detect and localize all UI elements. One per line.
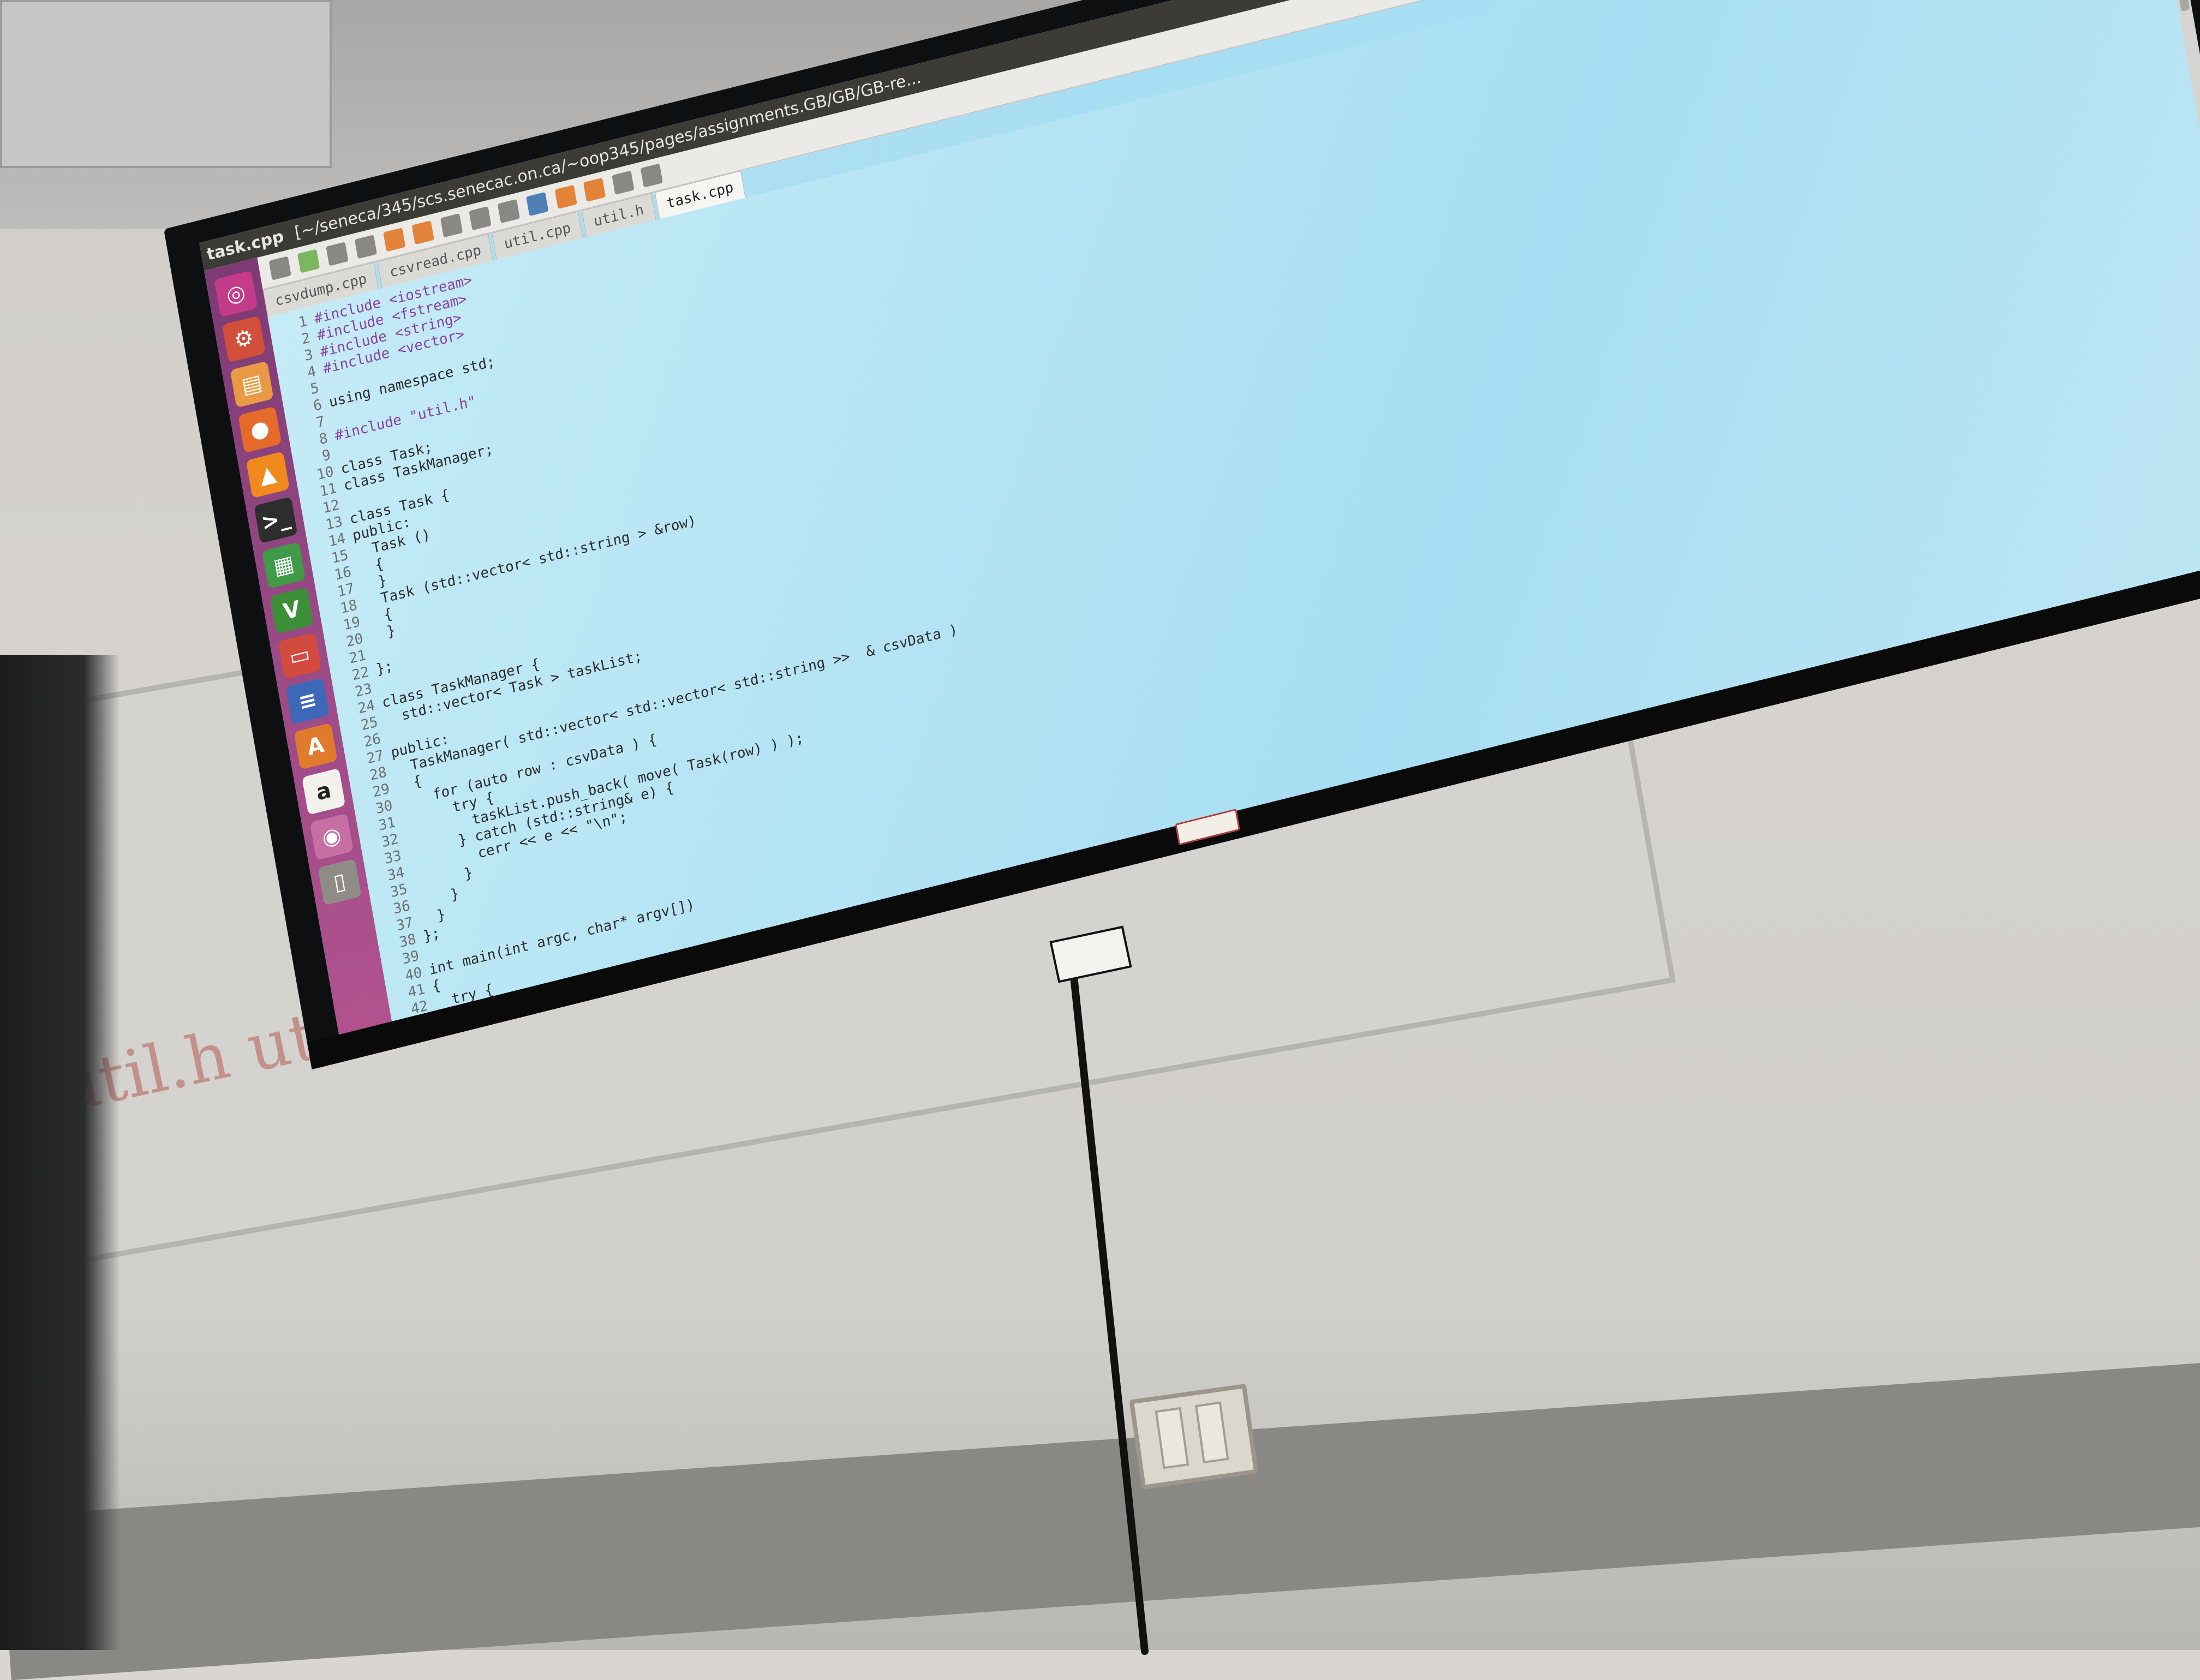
wall-outlet: [1129, 1383, 1259, 1490]
image-viewer-icon[interactable]: ◉: [309, 813, 354, 860]
firefox-icon[interactable]: ●: [238, 406, 282, 453]
undo-icon[interactable]: [383, 228, 406, 252]
floor-edge: [0, 1353, 2200, 1680]
cut-icon[interactable]: [440, 213, 463, 238]
forward-icon[interactable]: [583, 177, 606, 202]
save-icon[interactable]: [326, 242, 349, 266]
spreadsheet-icon[interactable]: ▦: [262, 542, 306, 589]
trash-icon[interactable]: ▯: [318, 858, 362, 906]
back-icon[interactable]: [554, 184, 577, 210]
writer-icon[interactable]: ≡: [285, 677, 330, 725]
redo-icon[interactable]: [411, 220, 434, 245]
vim-icon[interactable]: V: [270, 587, 314, 635]
dash-icon[interactable]: ◎: [214, 270, 258, 318]
vlc-icon[interactable]: ▲: [246, 451, 290, 499]
amazon-icon[interactable]: a: [302, 768, 346, 815]
outlet-socket: [1155, 1407, 1189, 1469]
outlet-socket: [1194, 1401, 1229, 1464]
terminal-icon[interactable]: >_: [254, 497, 298, 544]
paste-icon[interactable]: [497, 199, 520, 224]
print-icon[interactable]: [354, 235, 377, 259]
presentation-icon[interactable]: ▭: [278, 632, 322, 679]
software-center-icon[interactable]: A: [294, 722, 338, 770]
ceiling-tile: [0, 0, 332, 168]
run-icon[interactable]: [640, 163, 663, 188]
settings-icon[interactable]: ⚙: [222, 315, 266, 363]
files-icon[interactable]: ▤: [230, 361, 274, 408]
copy-icon[interactable]: [469, 206, 492, 231]
new-file-icon[interactable]: [268, 256, 291, 280]
foreground-shadow: [0, 655, 120, 1650]
open-file-icon[interactable]: [297, 249, 320, 273]
build-icon[interactable]: [612, 170, 635, 195]
search-icon[interactable]: [526, 192, 549, 217]
